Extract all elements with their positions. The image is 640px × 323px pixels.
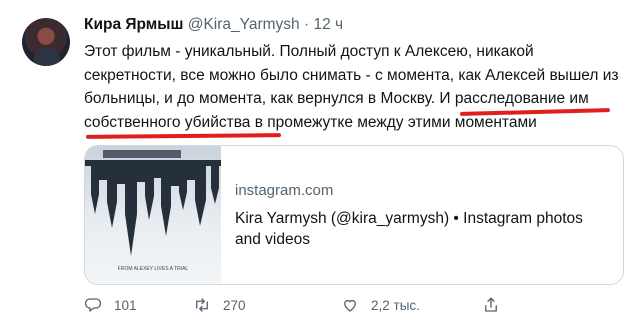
tweet[interactable]: Кира Ярмыш @Kira_Yarmysh · 12 ч Этот фил… (0, 0, 640, 323)
link-card[interactable]: FROM ALEXEY LIVES A TRIAL instagram.com … (84, 145, 624, 285)
like-button[interactable]: 2,2 тыс. (341, 296, 420, 314)
tweet-header: Кира Ярмыш @Kira_Yarmysh · 12 ч (84, 16, 343, 34)
retweet-icon (196, 298, 208, 312)
tweet-time[interactable]: 12 ч (313, 16, 343, 33)
tweet-text: Этот фильм - уникальный. Полный доступ к… (84, 40, 624, 134)
tweet-text-part2: в промежутке между этими моментами (250, 113, 537, 131)
author-name[interactable]: Кира Ярмыш (84, 16, 183, 33)
share-icon (485, 297, 497, 312)
share-button[interactable] (482, 296, 500, 314)
card-thumbnail: FROM ALEXEY LIVES A TRIAL (85, 146, 221, 284)
card-body[interactable]: instagram.com Kira Yarmysh (@kira_yarmys… (235, 146, 613, 284)
thumb-caption: FROM ALEXEY LIVES A TRIAL (118, 266, 189, 272)
author-handle[interactable]: @Kira_Yarmysh (188, 16, 300, 33)
city-skyline-image: FROM ALEXEY LIVES A TRIAL (85, 146, 221, 284)
reply-button[interactable]: 101 (84, 296, 137, 314)
tweet-actions: 101 270 2,2 тыс. (84, 296, 624, 318)
reply-icon (84, 298, 102, 312)
retweet-count: 270 (223, 297, 246, 313)
retweet-button[interactable]: 270 (193, 296, 246, 314)
like-count: 2,2 тыс. (371, 297, 420, 313)
reply-count: 101 (114, 297, 137, 313)
card-title: Kira Yarmysh (@kira_yarmysh) • Instagram… (235, 210, 583, 248)
red-underline-mark (85, 133, 282, 139)
like-icon (344, 299, 356, 312)
separator-dot: · (303, 16, 310, 33)
avatar[interactable] (22, 18, 70, 66)
card-domain: instagram.com (235, 182, 334, 199)
